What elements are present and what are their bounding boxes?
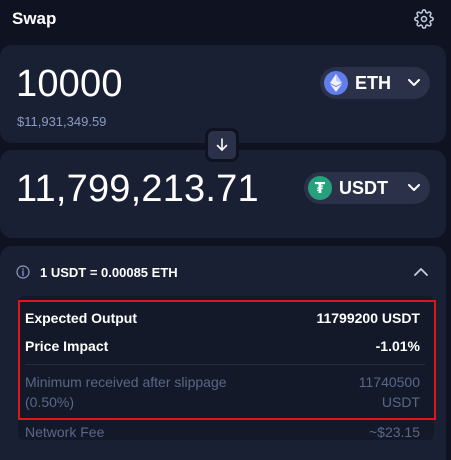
- minimum-received-label-line1: Minimum received after slippage: [25, 374, 227, 390]
- page-title: Swap: [12, 9, 57, 28]
- price-impact-row: Price Impact -1.01%: [18, 338, 434, 358]
- chevron-down-icon: [408, 182, 420, 194]
- gear-icon: [414, 9, 434, 29]
- price-impact-label: Price Impact: [25, 338, 109, 354]
- from-usd-value: $11,931,349.59: [17, 114, 107, 129]
- minimum-received-label: Minimum received after slippage (0.50%): [25, 372, 227, 412]
- from-token-symbol: ETH: [355, 72, 391, 93]
- minimum-received-value: 11740500 USDT: [359, 372, 420, 412]
- minimum-received-value-line2: USDT: [381, 394, 420, 410]
- expected-output-value: 11799200 USDT: [316, 310, 420, 326]
- chevron-down-icon: [408, 77, 420, 89]
- arrow-down-icon: [216, 138, 228, 151]
- chevron-up-icon: [414, 267, 428, 276]
- ethereum-icon: [324, 71, 348, 95]
- network-fee-value: ~$23.15: [369, 424, 420, 440]
- switch-direction-button[interactable]: [205, 128, 239, 162]
- info-icon: [16, 265, 30, 279]
- swap-app: Swap 10000 $11,931,349.59 ETH 11,799,213…: [0, 0, 451, 460]
- tether-icon: ₮: [308, 176, 332, 200]
- expected-output-label: Expected Output: [25, 310, 138, 326]
- network-fee-label: Network Fee: [25, 424, 105, 440]
- expected-output-row: Expected Output 11799200 USDT: [18, 310, 434, 330]
- price-impact-value: -1.01%: [375, 338, 420, 354]
- exchange-rate-text: 1 USDT = 0.00085 ETH: [40, 264, 178, 280]
- divider: [25, 364, 425, 365]
- trade-breakdown: Expected Output 11799200 USDT Price Impa…: [18, 296, 434, 440]
- to-token-select[interactable]: ₮ USDT: [304, 172, 430, 204]
- minimum-received-label-line2: (0.50%): [25, 394, 75, 410]
- to-panel: 11,799,213.71 ₮ USDT: [0, 150, 446, 238]
- to-amount-output[interactable]: 11,799,213.71: [16, 168, 259, 211]
- header: Swap: [0, 0, 451, 38]
- from-amount-input[interactable]: 10000: [16, 63, 123, 106]
- collapse-details-button[interactable]: [412, 262, 430, 280]
- exchange-rate[interactable]: 1 USDT = 0.00085 ETH: [16, 262, 432, 282]
- to-token-symbol: USDT: [339, 177, 388, 198]
- trade-details-panel: 1 USDT = 0.00085 ETH Expected Output 117…: [0, 246, 446, 460]
- minimum-received-value-line1: 11740500: [358, 374, 420, 390]
- from-token-select[interactable]: ETH: [320, 67, 430, 99]
- minimum-received-row: Minimum received after slippage (0.50%) …: [18, 372, 434, 414]
- settings-button[interactable]: [412, 7, 436, 31]
- network-fee-row: Network Fee ~$23.15: [18, 422, 434, 442]
